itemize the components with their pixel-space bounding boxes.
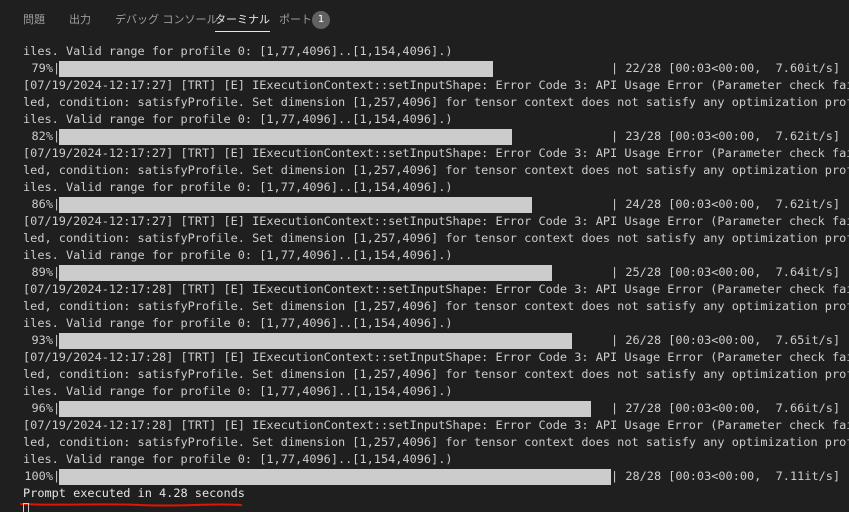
error-line: led, condition: satisfyProfile. Set dime… — [23, 95, 849, 109]
progress-bar — [59, 333, 611, 349]
progress-percent: 89% — [31, 265, 53, 279]
progress-row: 86% | | 24/28 [00:03<00:00, 7.62it/s] — [23, 196, 849, 213]
progress-stats: | 25/28 [00:03<00:00, 7.64it/s] — [611, 265, 841, 279]
error-line: [07/19/2024-12:17:28] [TRT] [E] IExecuti… — [23, 417, 849, 434]
terminal-cursor — [23, 503, 29, 512]
error-line: led, condition: satisfyProfile. Set dime… — [23, 231, 849, 245]
error-message: [TRT] [E] IExecutionContext::setInputSha… — [173, 78, 849, 92]
prompt-executed-line: Prompt executed in 4.28 seconds — [23, 486, 245, 500]
error-message: [TRT] [E] IExecutionContext::setInputSha… — [173, 282, 849, 296]
error-message: [TRT] [E] IExecutionContext::setInputSha… — [173, 146, 849, 160]
tab-ports[interactable]: ポート — [279, 12, 312, 28]
progress-stats: | 23/28 [00:03<00:00, 7.62it/s] — [611, 129, 841, 143]
progress-row: 93% | | 26/28 [00:03<00:00, 7.65it/s] — [23, 332, 849, 349]
progress-row: 89% | | 25/28 [00:03<00:00, 7.64it/s] — [23, 264, 849, 281]
progress-percent: 93% — [31, 333, 53, 347]
terminal-output[interactable]: iles. Valid range for profile 0: [1,77,4… — [23, 43, 849, 502]
terminal-line: iles. Valid range for profile 0: [1,77,4… — [23, 44, 453, 58]
progress-stats: | 22/28 [00:03<00:00, 7.60it/s] — [611, 61, 841, 75]
progress-percent: 96% — [31, 401, 53, 415]
error-timestamp: [07/19/2024-12:17:28] — [23, 418, 174, 432]
panel-tab-bar: 問題 出力 デバッグ コンソール ターミナル ポート 1 — [0, 0, 849, 40]
error-line: [07/19/2024-12:17:28] [TRT] [E] IExecuti… — [23, 349, 849, 366]
tab-problems[interactable]: 問題 — [23, 12, 45, 28]
error-line: led, condition: satisfyProfile. Set dime… — [23, 367, 849, 381]
progress-bar-fill — [59, 469, 611, 485]
progress-bar — [59, 61, 611, 77]
progress-bar — [59, 401, 611, 417]
progress-stats: | 27/28 [00:03<00:00, 7.66it/s] — [611, 401, 841, 415]
progress-bar-fill — [59, 401, 591, 417]
progress-row: 100% | | 28/28 [00:03<00:00, 7.11it/s] — [23, 468, 849, 485]
progress-bar-fill — [59, 61, 493, 77]
progress-bar — [59, 197, 611, 213]
error-line: led, condition: satisfyProfile. Set dime… — [23, 299, 849, 313]
progress-stats: | 28/28 [00:03<00:00, 7.11it/s] — [611, 469, 841, 483]
error-timestamp: [07/19/2024-12:17:27] — [23, 146, 174, 160]
error-timestamp: [07/19/2024-12:17:27] — [23, 214, 174, 228]
error-line: led, condition: satisfyProfile. Set dime… — [23, 435, 849, 449]
tab-output[interactable]: 出力 — [69, 12, 91, 28]
progress-bar-fill — [59, 265, 552, 281]
error-line: [07/19/2024-12:17:27] [TRT] [E] IExecuti… — [23, 145, 849, 162]
progress-percent: 79% — [31, 61, 53, 75]
error-line: iles. Valid range for profile 0: [1,77,4… — [23, 112, 453, 126]
progress-bar — [59, 469, 611, 485]
progress-row: 79% | | 22/28 [00:03<00:00, 7.60it/s] — [23, 60, 849, 77]
progress-bar — [59, 129, 611, 145]
error-line: led, condition: satisfyProfile. Set dime… — [23, 163, 849, 177]
progress-bar-fill — [59, 333, 572, 349]
error-line: iles. Valid range for profile 0: [1,77,4… — [23, 180, 453, 194]
error-line: [07/19/2024-12:17:27] [TRT] [E] IExecuti… — [23, 213, 849, 230]
error-timestamp: [07/19/2024-12:17:28] — [23, 350, 174, 364]
error-message: [TRT] [E] IExecutionContext::setInputSha… — [173, 350, 849, 364]
error-line: iles. Valid range for profile 0: [1,77,4… — [23, 248, 453, 262]
error-timestamp: [07/19/2024-12:17:28] — [23, 282, 174, 296]
tab-debug-console[interactable]: デバッグ コンソール — [115, 12, 218, 28]
progress-row: 96% | | 27/28 [00:03<00:00, 7.66it/s] — [23, 400, 849, 417]
progress-percent: 82% — [31, 129, 53, 143]
error-line: iles. Valid range for profile 0: [1,77,4… — [23, 316, 453, 330]
progress-bar-fill — [59, 197, 532, 213]
error-line: [07/19/2024-12:17:28] [TRT] [E] IExecuti… — [23, 281, 849, 298]
error-message: [TRT] [E] IExecutionContext::setInputSha… — [173, 214, 849, 228]
progress-percent: 86% — [31, 197, 53, 211]
terminal-panel: 問題 出力 デバッグ コンソール ターミナル ポート 1 iles. Valid… — [0, 0, 849, 512]
error-line: [07/19/2024-12:17:27] [TRT] [E] IExecuti… — [23, 77, 849, 94]
progress-percent: 100% — [24, 469, 53, 483]
tab-terminal[interactable]: ターミナル — [215, 12, 270, 32]
error-line: iles. Valid range for profile 0: [1,77,4… — [23, 384, 453, 398]
progress-bar-fill — [59, 129, 512, 145]
error-message: [TRT] [E] IExecutionContext::setInputSha… — [173, 418, 849, 432]
error-timestamp: [07/19/2024-12:17:27] — [23, 78, 174, 92]
progress-stats: | 26/28 [00:03<00:00, 7.65it/s] — [611, 333, 841, 347]
progress-stats: | 24/28 [00:03<00:00, 7.62it/s] — [611, 197, 841, 211]
ports-count-badge: 1 — [312, 11, 330, 29]
progress-row: 82% | | 23/28 [00:03<00:00, 7.62it/s] — [23, 128, 849, 145]
error-line: iles. Valid range for profile 0: [1,77,4… — [23, 452, 453, 466]
progress-bar — [59, 265, 611, 281]
